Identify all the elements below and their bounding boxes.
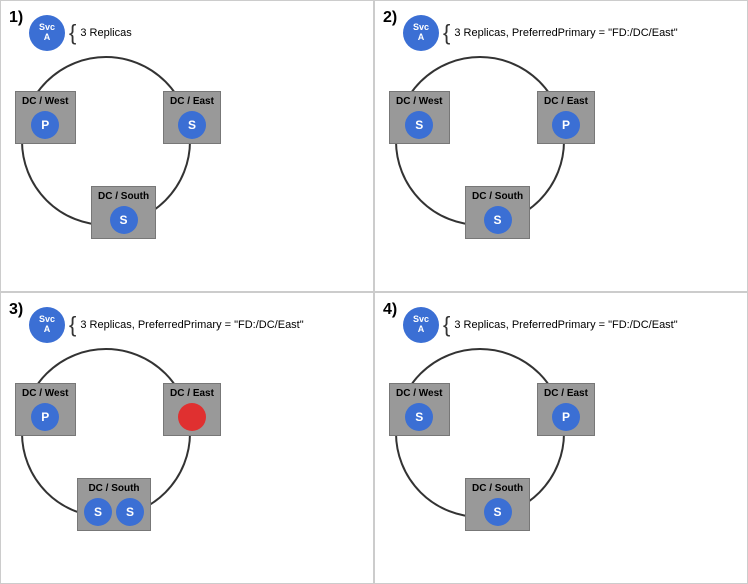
dc-west-4: DC / West S bbox=[389, 383, 450, 436]
node-p-east-4: P bbox=[552, 403, 580, 431]
quadrant-1-label: 1) bbox=[9, 9, 23, 27]
svc-circle-4: Svc A bbox=[403, 307, 439, 343]
svc-container-2: Svc A { 3 Replicas, PreferredPrimary = "… bbox=[403, 15, 678, 51]
node-s-east-1: S bbox=[178, 111, 206, 139]
description-1: 3 Replicas bbox=[80, 27, 131, 39]
quadrant-3-label: 3) bbox=[9, 301, 23, 319]
description-2: 3 Replicas, PreferredPrimary = "FD:/DC/E… bbox=[454, 27, 677, 39]
svc-container-4: Svc A { 3 Replicas, PreferredPrimary = "… bbox=[403, 307, 678, 343]
dc-south-1: DC / South S bbox=[91, 186, 156, 239]
dc-west-1: DC / West P bbox=[15, 91, 76, 144]
svc-container-3: Svc A { 3 Replicas, PreferredPrimary = "… bbox=[29, 307, 304, 343]
dc-east-4: DC / East P bbox=[537, 383, 595, 436]
quadrant-1: 1) Svc A { 3 Replicas DC / West P DC / E… bbox=[0, 0, 374, 292]
node-p-east-2: P bbox=[552, 111, 580, 139]
quadrant-4: 4) Svc A { 3 Replicas, PreferredPrimary … bbox=[374, 292, 748, 584]
node-s2-south-3: S bbox=[116, 498, 144, 526]
quadrant-2: 2) Svc A { 3 Replicas, PreferredPrimary … bbox=[374, 0, 748, 292]
dc-east-2: DC / East P bbox=[537, 91, 595, 144]
dc-south-3: DC / South S S bbox=[77, 478, 151, 531]
svc-container-1: Svc A { 3 Replicas bbox=[29, 15, 132, 51]
node-s-south-2: S bbox=[484, 206, 512, 234]
dc-east-1: DC / East S bbox=[163, 91, 221, 144]
quadrant-3: 3) Svc A { 3 Replicas, PreferredPrimary … bbox=[0, 292, 374, 584]
node-s-south-4: S bbox=[484, 498, 512, 526]
dc-south-4: DC / South S bbox=[465, 478, 530, 531]
node-p-west-1: P bbox=[31, 111, 59, 139]
nodes-row-south-3: S S bbox=[84, 498, 144, 526]
node-p-west-3: P bbox=[31, 403, 59, 431]
svc-circle-3: Svc A bbox=[29, 307, 65, 343]
description-4: 3 Replicas, PreferredPrimary = "FD:/DC/E… bbox=[454, 319, 677, 331]
node-red-east-3 bbox=[178, 403, 206, 431]
quadrant-4-label: 4) bbox=[383, 301, 397, 319]
quadrant-grid: 1) Svc A { 3 Replicas DC / West P DC / E… bbox=[0, 0, 748, 584]
svc-circle-2: Svc A bbox=[403, 15, 439, 51]
dc-east-3: DC / East bbox=[163, 383, 221, 436]
node-s-west-4: S bbox=[405, 403, 433, 431]
node-s1-south-3: S bbox=[84, 498, 112, 526]
dc-west-3: DC / West P bbox=[15, 383, 76, 436]
dc-west-2: DC / West S bbox=[389, 91, 450, 144]
quadrant-2-label: 2) bbox=[383, 9, 397, 27]
description-3: 3 Replicas, PreferredPrimary = "FD:/DC/E… bbox=[80, 319, 303, 331]
node-s-south-1: S bbox=[110, 206, 138, 234]
dc-south-2: DC / South S bbox=[465, 186, 530, 239]
svc-circle-1: Svc A bbox=[29, 15, 65, 51]
node-s-west-2: S bbox=[405, 111, 433, 139]
